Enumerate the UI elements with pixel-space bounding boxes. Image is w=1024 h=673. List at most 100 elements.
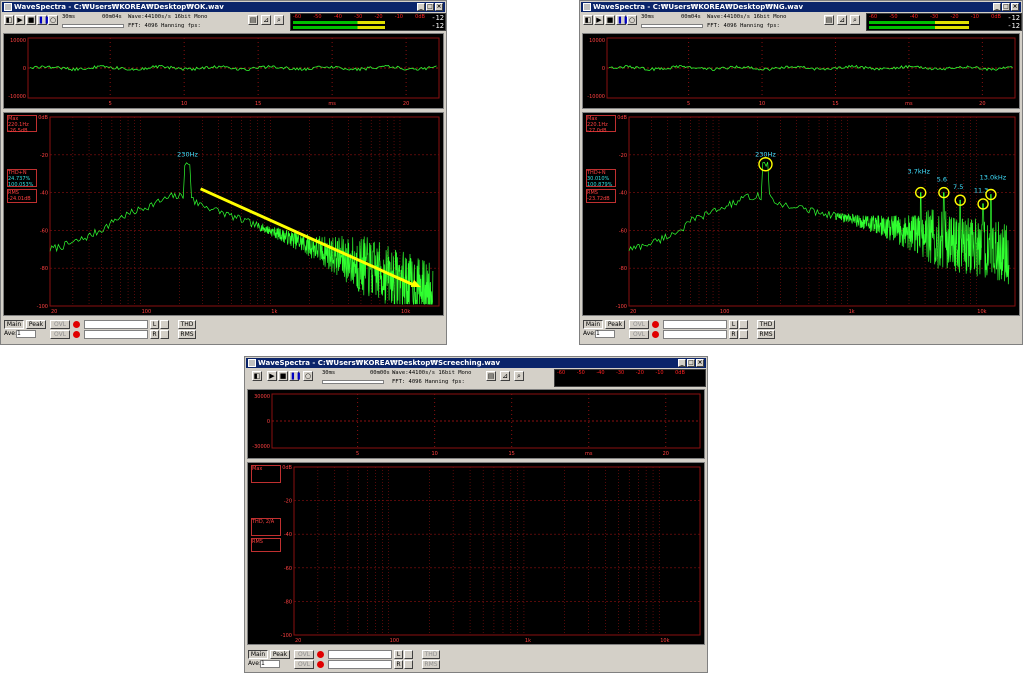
thd-button[interactable]: THD [422, 650, 440, 659]
right-option-button[interactable] [739, 330, 748, 339]
spectrum-x-tick: 10k [401, 309, 410, 315]
title-bar: WaveSpectra - C:₩Users₩KOREA₩Desktop₩OK.… [2, 2, 445, 12]
stop-icon[interactable]: ■ [605, 15, 615, 25]
meter-scale: -60 -50 -40 -30 -20 -10 0dB [293, 14, 425, 20]
left-channel-button[interactable]: L [150, 320, 159, 329]
max-readout: Max [251, 465, 281, 483]
record-indicator-left [317, 651, 324, 658]
position-slider[interactable] [322, 380, 384, 384]
rms-button[interactable]: RMS [422, 660, 440, 669]
max-readout: Max 220.1Hz -27.0dB [586, 115, 616, 134]
record-icon[interactable]: ○ [48, 15, 58, 25]
channel-right-field[interactable] [328, 660, 392, 669]
main-button[interactable]: Main [248, 650, 268, 659]
zoom-icon[interactable]: ⌕ [514, 371, 524, 381]
wave-info: Wave:44100s/s 16bit Mono [128, 14, 208, 20]
graph-icon[interactable]: ⊿ [261, 15, 271, 25]
rms-button[interactable]: RMS [757, 330, 775, 339]
meter-bar-right [869, 26, 969, 29]
maximize-button[interactable]: □ [687, 359, 695, 367]
open-file-icon[interactable]: ◧ [252, 371, 262, 381]
main-button[interactable]: Main [583, 320, 603, 329]
right-option-button[interactable] [160, 330, 169, 339]
left-channel-button[interactable]: L [729, 320, 738, 329]
record-icon[interactable]: ○ [303, 371, 313, 381]
waveform-panel: 10000 0 -10000 5 10 15 ms 20 [3, 33, 444, 109]
spectrum-panel: 0dB -20 -40 -60 -80 -100 20 100 1k 10k 230Hz Max 220… [3, 112, 444, 316]
left-option-button[interactable] [160, 320, 169, 329]
graph-icon[interactable]: ⊿ [837, 15, 847, 25]
channel-right-field[interactable] [663, 330, 727, 339]
stop-icon[interactable]: ■ [278, 371, 288, 381]
open-file-icon[interactable]: ◧ [4, 15, 14, 25]
channel-left-field[interactable] [84, 320, 148, 329]
bottom-controls: Main Peak Ave: 1 OVL OVL L R THD RMS [246, 648, 706, 670]
rms-readout: RMS -24.01dB [7, 189, 37, 203]
record-indicator-left [652, 321, 659, 328]
spectrum-y-tick: -80 [619, 266, 627, 272]
channel-right-field[interactable] [84, 330, 148, 339]
spectrum-y-tick: -20 [40, 153, 48, 159]
app-icon [248, 359, 256, 367]
chart-settings-icon[interactable]: ▤ [824, 15, 834, 25]
ovl-right-indicator: OVL [629, 330, 649, 339]
level-meter: -60 -50 -40 -30 -20 -10 0dB -12 -12 [866, 13, 1022, 31]
average-select[interactable]: 1 [16, 330, 36, 338]
open-file-icon[interactable]: ◧ [583, 15, 593, 25]
wave-x-tick: 5 [109, 101, 112, 107]
peak-button[interactable]: Peak [270, 650, 290, 659]
minimize-button[interactable]: _ [678, 359, 686, 367]
close-button[interactable]: × [696, 359, 704, 367]
thd-readout: THD+N 24.737% 100.053% [7, 169, 37, 188]
rms-value: -23.72dB [587, 196, 610, 202]
close-button[interactable]: × [1011, 3, 1019, 11]
play-icon[interactable]: ▶ [15, 15, 25, 25]
ovl-right-indicator: OVL [294, 660, 314, 669]
average-select[interactable]: 1 [260, 660, 280, 668]
peak-button[interactable]: Peak [605, 320, 625, 329]
play-icon[interactable]: ▶ [267, 371, 277, 381]
zoom-icon[interactable]: ⌕ [274, 15, 284, 25]
graph-icon[interactable]: ⊿ [500, 371, 510, 381]
zoom-icon[interactable]: ⌕ [850, 15, 860, 25]
maximize-button[interactable]: □ [1002, 3, 1010, 11]
left-option-button[interactable] [404, 650, 413, 659]
left-channel-button[interactable]: L [394, 650, 403, 659]
minimize-button[interactable]: _ [993, 3, 1001, 11]
stop-icon[interactable]: ■ [26, 15, 36, 25]
left-option-button[interactable] [739, 320, 748, 329]
record-icon[interactable]: ○ [627, 15, 637, 25]
wave-y-tick: 0 [23, 66, 26, 72]
right-channel-button[interactable]: R [394, 660, 403, 669]
chart-settings-icon[interactable]: ▤ [248, 15, 258, 25]
right-channel-button[interactable]: R [729, 330, 738, 339]
thd-button[interactable]: THD [178, 320, 196, 329]
pause-icon[interactable]: ❚❚ [616, 15, 629, 25]
average-select[interactable]: 1 [595, 330, 615, 338]
chart-settings-icon[interactable]: ▤ [486, 371, 496, 381]
meter-bar-left [293, 21, 385, 24]
trend-arrow-shaft [199, 187, 414, 286]
spectrum-y-tick: -60 [619, 228, 627, 234]
thd-button[interactable]: THD [757, 320, 775, 329]
position-slider[interactable] [62, 24, 124, 28]
wave-y-tick: -10000 [8, 94, 26, 100]
channel-left-field[interactable] [328, 650, 392, 659]
minimize-button[interactable]: _ [417, 3, 425, 11]
ovl-right-indicator: OVL [50, 330, 70, 339]
play-icon[interactable]: ▶ [594, 15, 604, 25]
fft-info: FFT: 4096 Hanning fps: [392, 379, 465, 385]
main-button[interactable]: Main [4, 320, 24, 329]
right-option-button[interactable] [404, 660, 413, 669]
position-slider[interactable] [641, 24, 703, 28]
peak-button[interactable]: Peak [26, 320, 46, 329]
wave-x-tick: 10 [431, 451, 437, 457]
window-screeching: WaveSpectra - C:₩Users₩KOREA₩Desktop₩Scr… [244, 356, 708, 673]
channel-left-field[interactable] [663, 320, 727, 329]
pause-icon[interactable]: ❚❚ [37, 15, 50, 25]
maximize-button[interactable]: □ [426, 3, 434, 11]
close-button[interactable]: × [435, 3, 443, 11]
rms-button[interactable]: RMS [178, 330, 196, 339]
pause-icon[interactable]: ❚❚ [289, 371, 302, 381]
right-channel-button[interactable]: R [150, 330, 159, 339]
